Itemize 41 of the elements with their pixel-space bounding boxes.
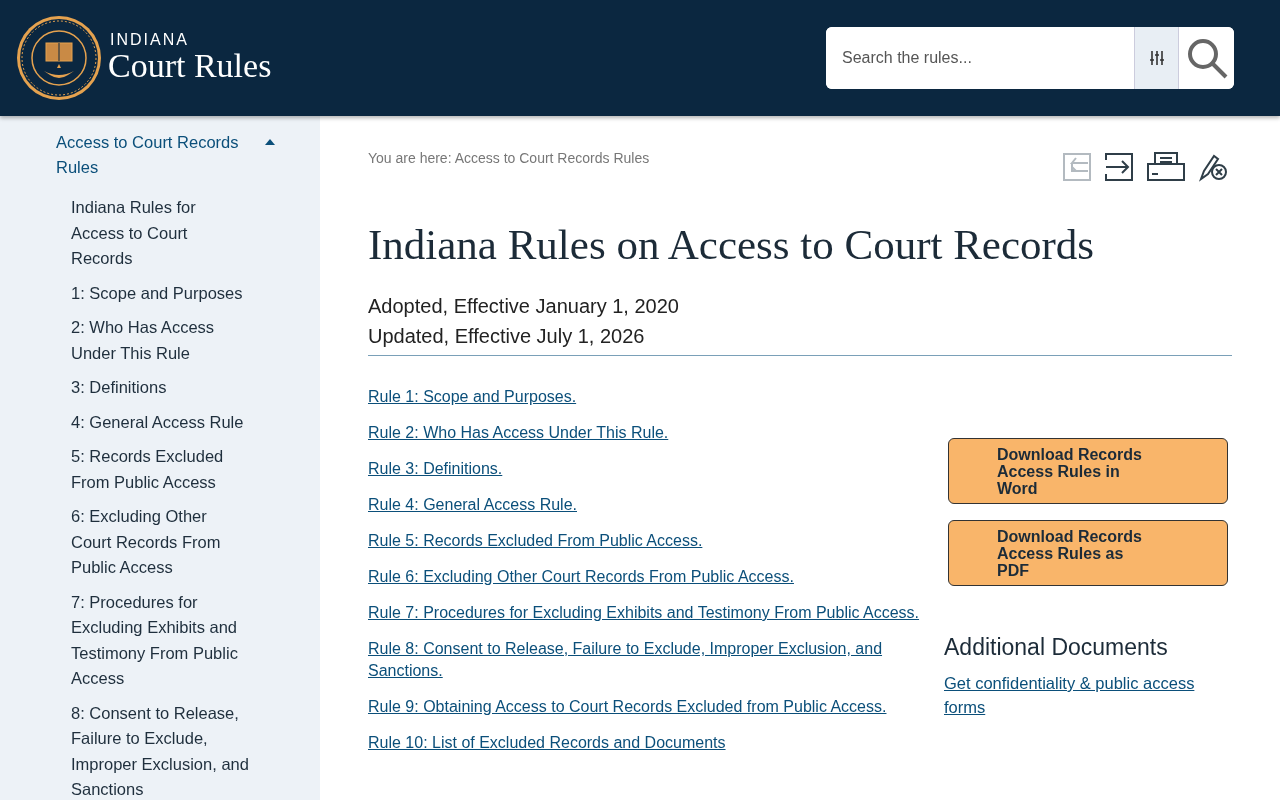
- rule-link[interactable]: Rule 4: General Access Rule.: [368, 494, 938, 516]
- next-button[interactable]: [1104, 152, 1134, 182]
- rule-link[interactable]: Rule 3: Definitions.: [368, 458, 938, 480]
- effective-date: Updated, Effective July 1, 2026: [368, 324, 646, 349]
- sidebar-item[interactable]: Indiana Rules for Access to Court Records: [71, 195, 251, 272]
- rule-link[interactable]: Rule 10: List of Excluded Records and Documents: [368, 732, 938, 754]
- rule-link[interactable]: Rule 6: Excluding Other Court Records From Public Access.: [368, 566, 938, 588]
- sidebar-item[interactable]: 8: Consent to Release, Failure to Exclude, Improper Exclusion, and Sanctions: [71, 700, 251, 800]
- sidebar-section[interactable]: Access to Court Records Rules: [56, 130, 276, 180]
- sidebar-item[interactable]: 7: Procedures for Excluding Exhibits and Testimony From Public Access: [71, 589, 251, 692]
- search-button[interactable]: [1178, 27, 1234, 89]
- logo-title: Court Rules: [108, 48, 272, 84]
- clear-button[interactable]: [1198, 152, 1228, 182]
- download-button[interactable]: Download Records Access Rules as PDF: [948, 520, 1228, 586]
- rule-link[interactable]: Rule 2: Who Has Access Under This Rule.: [368, 422, 938, 444]
- effective-date: Adopted, Effective January 1, 2020: [368, 294, 680, 319]
- sidebar-item[interactable]: 4: General Access Rule: [71, 409, 251, 435]
- rule-link[interactable]: Rule 7: Procedures for Excluding Exhibits and Testimony From Public Access.: [368, 602, 938, 624]
- filter-button[interactable]: [1134, 27, 1178, 89]
- download-button[interactable]: Download Records Access Rules in Word: [948, 438, 1228, 504]
- caret-up-icon: [264, 138, 276, 146]
- search-field[interactable]: Search the rules...: [826, 27, 1234, 89]
- sliders-icon: [1148, 50, 1165, 66]
- sidebar-item[interactable]: 6: Excluding Other Court Records From Public Access: [71, 504, 251, 581]
- sidebar-item[interactable]: 2: Who Has Access Under This Rule: [71, 315, 251, 366]
- section-heading: Additional Documents: [944, 634, 1169, 661]
- rule-link[interactable]: Rule 8: Consent to Release, Failure to Exclude, Improper Exclusion, and Sanctions.: [368, 638, 938, 682]
- sidebar-item[interactable]: 1: Scope and Purposes: [71, 280, 251, 306]
- forward-arrow-icon: [1104, 152, 1134, 182]
- print-icon: [1146, 152, 1186, 182]
- rule-link[interactable]: Rule 9: Obtaining Access to Court Records Excluded from Public Access.: [368, 696, 938, 718]
- sidebar-item[interactable]: 3: Definitions: [71, 375, 251, 401]
- pen-cross-icon: [1198, 152, 1228, 182]
- print-button[interactable]: [1146, 152, 1186, 182]
- logo-subtitle: INDIANA: [110, 32, 190, 48]
- page-title: Indiana Rules on Access to Court Records: [368, 220, 1096, 269]
- sidebar-item[interactable]: 5: Records Excluded From Public Access: [71, 444, 251, 495]
- rule-link[interactable]: Rule 5: Records Excluded From Public Access.: [368, 530, 938, 552]
- rule-link[interactable]: Rule 1: Scope and Purposes.: [368, 386, 938, 408]
- breadcrumb: You are here: Access to Court Records Rules: [368, 150, 650, 166]
- forms-link[interactable]: Get confidentiality & public access forms: [944, 671, 1232, 719]
